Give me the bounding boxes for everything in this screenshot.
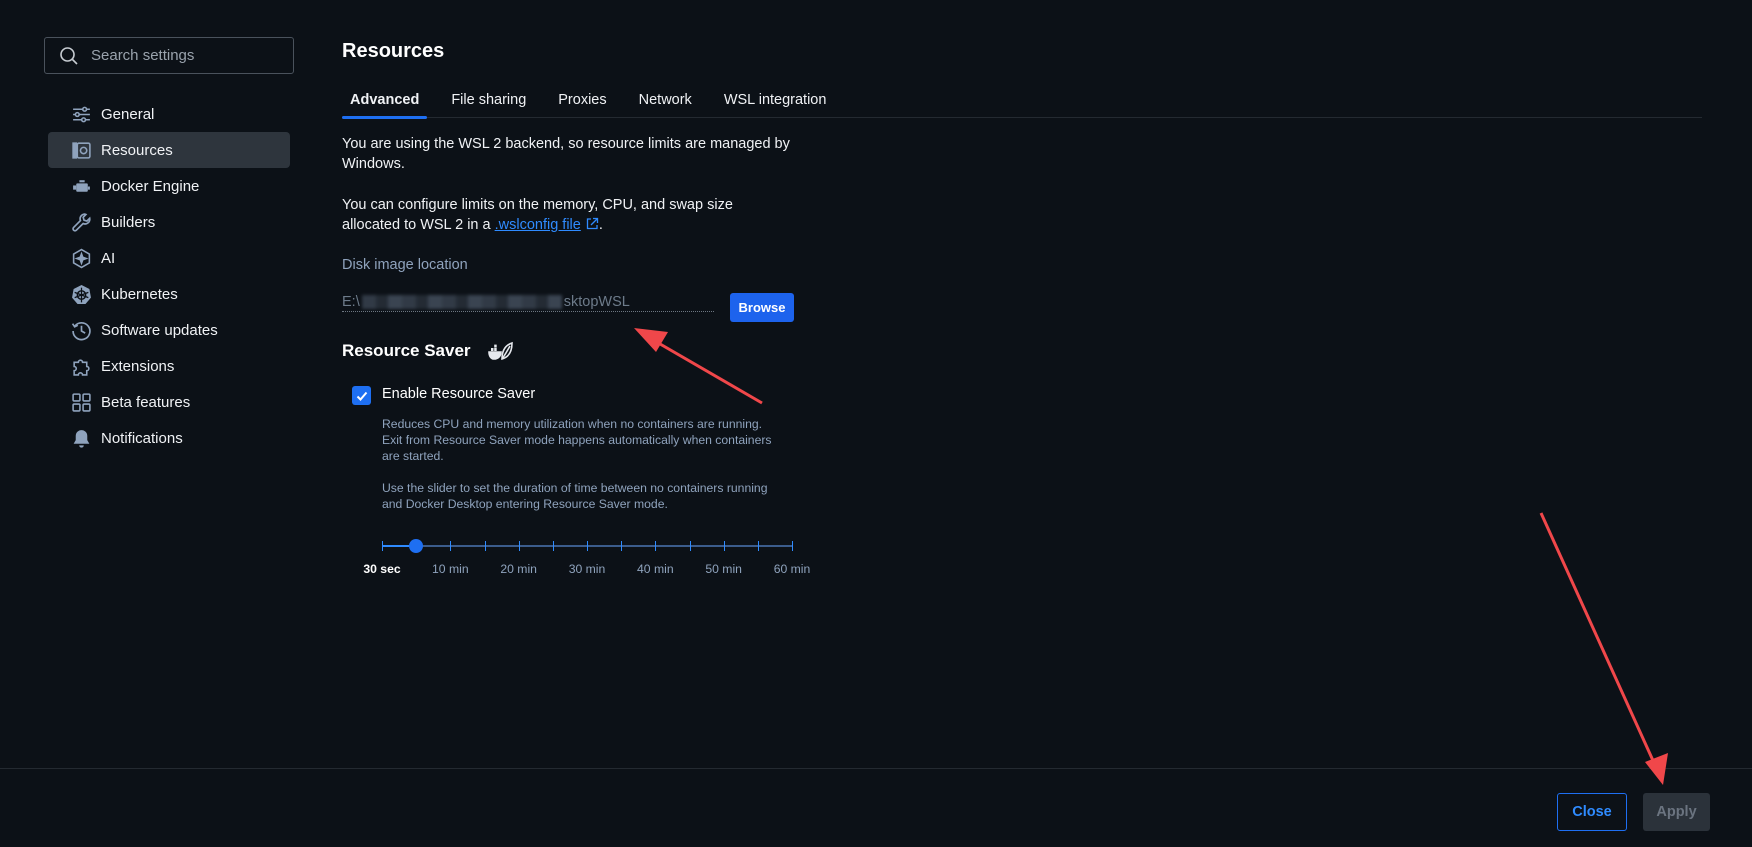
bell-icon — [70, 427, 92, 449]
puzzle-icon — [70, 355, 92, 377]
ai-icon — [70, 247, 92, 269]
slider-tick — [484, 541, 486, 551]
sidebar-nav: General Resources Docker Engine Builders… — [48, 96, 290, 456]
grid-icon — [70, 391, 92, 413]
tab-network[interactable]: Network — [631, 88, 700, 118]
sidebar-item-label: Docker Engine — [101, 177, 200, 195]
sidebar-item-label: Resources — [101, 141, 173, 159]
sidebar-item-label: AI — [101, 249, 116, 267]
wsl-config-text: You can configure limits on the memory, … — [342, 197, 733, 233]
sidebar-item-label: Extensions — [101, 357, 175, 375]
slider-tick — [689, 541, 691, 551]
sidebar-item-software-updates[interactable]: Software updates — [48, 312, 290, 348]
docker-engine-icon — [70, 175, 92, 197]
slider-label: 30 min — [568, 562, 606, 576]
tab-wsl-integration[interactable]: WSL integration — [716, 88, 835, 118]
sidebar-item-label: General — [101, 105, 155, 123]
enable-resource-saver-checkbox[interactable] — [352, 386, 371, 405]
annotation-arrow-apply — [1539, 512, 1668, 785]
tab-proxies[interactable]: Proxies — [550, 88, 614, 118]
page-title: Resources — [342, 40, 445, 62]
sidebar-item-label: Software updates — [101, 321, 218, 339]
sidebar-item-label: Builders — [101, 213, 156, 231]
slider-tick — [450, 541, 452, 551]
checkmark-icon — [356, 391, 367, 401]
sidebar-item-label: Beta features — [101, 393, 191, 411]
kubernetes-icon — [70, 283, 92, 305]
sliders-icon — [70, 103, 92, 125]
sidebar-item-builders[interactable]: Builders — [48, 204, 290, 240]
whale-leaf-icon — [487, 341, 513, 361]
slider-tick — [552, 541, 554, 551]
slider-label: 40 min — [637, 562, 674, 576]
resource-saver-slider[interactable] — [382, 536, 793, 556]
redacted-path — [361, 294, 562, 309]
sidebar-item-notifications[interactable]: Notifications — [48, 420, 290, 456]
sidebar-item-extensions[interactable]: Extensions — [48, 348, 290, 384]
tab-file-sharing[interactable]: File sharing — [443, 88, 534, 118]
slider-tick — [621, 541, 623, 551]
sidebar-item-label: Notifications — [101, 429, 183, 447]
wsl-backend-text: You are using the WSL 2 backend, so reso… — [342, 136, 790, 172]
slider-tick — [655, 541, 657, 551]
external-link-icon — [586, 217, 598, 230]
apply-button[interactable]: Apply — [1643, 793, 1710, 831]
sidebar-item-general[interactable]: General — [48, 96, 290, 132]
slider-label: 30 sec — [363, 562, 401, 576]
wrench-icon — [70, 211, 92, 233]
browse-button[interactable]: Browse — [730, 293, 794, 322]
enable-resource-saver-label: Enable Resource Saver — [382, 386, 536, 402]
sidebar-item-beta-features[interactable]: Beta features — [48, 384, 290, 420]
slider-thumb[interactable] — [409, 539, 424, 553]
slider-tick — [757, 541, 759, 551]
slider-tick — [587, 541, 588, 551]
slider-label: 60 min — [773, 562, 811, 576]
slider-description: Use the slider to set the duration of ti… — [382, 481, 768, 511]
tab-advanced[interactable]: Advanced — [342, 88, 428, 119]
slider-tick — [382, 541, 383, 551]
close-button[interactable]: Close — [1557, 793, 1627, 831]
slider-tick — [723, 541, 725, 551]
slider-label: 50 min — [705, 562, 742, 576]
search-input[interactable] — [91, 47, 281, 64]
annotation-arrow-disk — [634, 328, 763, 405]
resources-icon — [70, 139, 92, 161]
sidebar-item-resources[interactable]: Resources — [48, 132, 290, 168]
footer-bar — [0, 768, 1752, 847]
sidebar-item-ai[interactable]: AI — [48, 240, 290, 276]
clock-icon — [70, 319, 92, 341]
sidebar-item-docker-engine[interactable]: Docker Engine — [48, 168, 290, 204]
resource-saver-description: Reduces CPU and memory utilization when … — [382, 417, 772, 463]
search-icon — [60, 46, 78, 65]
sidebar-item-label: Kubernetes — [101, 285, 178, 303]
slider-label: 10 min — [432, 562, 469, 576]
slider-tick — [518, 541, 520, 551]
slider-labels: 30 sec 10 min 20 min 30 min 40 min 50 min 60 m… — [362, 562, 822, 578]
disk-image-label: Disk image location — [342, 257, 468, 273]
sidebar-item-kubernetes[interactable]: Kubernetes — [48, 276, 290, 312]
disk-image-path-field[interactable]: E:\ sktopWSL — [342, 292, 714, 312]
wslconfig-link[interactable]: .wslconfig file — [495, 217, 599, 233]
tab-bar: Advanced File sharing Proxies Network WS… — [342, 88, 1702, 119]
slider-tick — [792, 541, 793, 551]
slider-label: 20 min — [500, 562, 537, 576]
search-box[interactable] — [44, 37, 294, 74]
resource-saver-title: Resource Saver — [342, 340, 513, 362]
